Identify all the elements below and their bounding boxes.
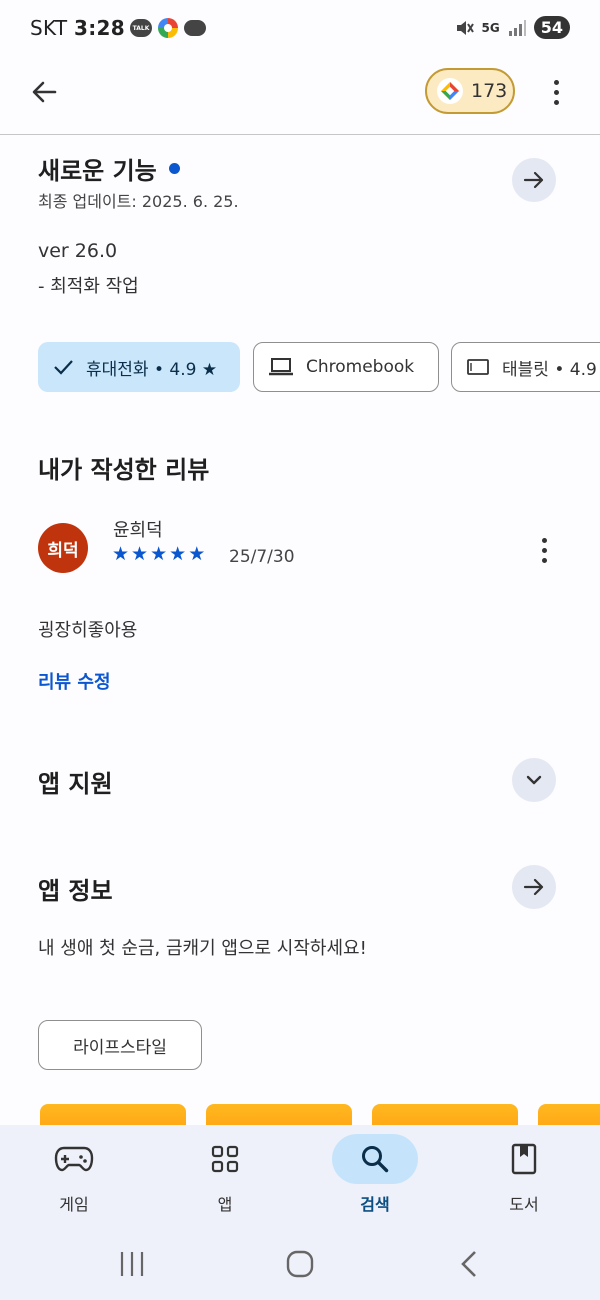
arrow-back-icon xyxy=(32,81,57,103)
whats-new-arrow-button[interactable] xyxy=(512,158,556,202)
laptop-icon xyxy=(269,358,293,376)
app-info-title: 앱 정보 xyxy=(38,877,113,905)
clock: 3:28 xyxy=(74,16,125,40)
nav-books-label: 도서 xyxy=(509,1195,539,1214)
apps-grid-icon xyxy=(211,1145,239,1173)
app-description: 내 생애 첫 순금, 금캐기 앱으로 시작하세요! xyxy=(38,938,367,959)
kakaotalk-icon: TALK xyxy=(130,19,152,37)
signal-icon xyxy=(508,19,526,36)
battery-icon: 54 xyxy=(533,16,570,39)
app-support-expand-button[interactable] xyxy=(512,758,556,802)
network-type: 5G xyxy=(481,20,500,35)
nav-games[interactable]: 게임 xyxy=(14,1125,134,1215)
nav-search-label: 검색 xyxy=(360,1195,390,1214)
category-chip[interactable]: 라이프스타일 xyxy=(38,1020,202,1070)
nav-apps-label: 앱 xyxy=(217,1195,233,1214)
nav-search[interactable]: 검색 xyxy=(315,1125,435,1215)
review-body: 굉장히좋아용 xyxy=(38,620,138,641)
edit-review-link[interactable]: 리뷰 수정 xyxy=(38,668,111,694)
system-navigation-bar xyxy=(0,1240,600,1300)
star-icon: ★ xyxy=(188,543,206,565)
device-chip-phone-label: 휴대전화 • 4.9 ★ xyxy=(86,359,218,380)
play-points-icon xyxy=(437,78,463,104)
tablet-icon xyxy=(467,359,489,375)
star-icon: ★ xyxy=(131,543,149,565)
device-chip-tablet-label: 태블릿 • 4.9 xyxy=(502,359,597,380)
carrier-label: SKT xyxy=(30,16,68,40)
map-pin-icon xyxy=(158,18,178,38)
nav-games-label: 게임 xyxy=(59,1195,89,1214)
nav-apps[interactable]: 앱 xyxy=(165,1125,285,1215)
device-chip-phone[interactable]: 휴대전화 • 4.9 ★ xyxy=(38,342,240,392)
back-button[interactable] xyxy=(24,72,64,112)
review-date: 25/7/30 xyxy=(229,547,295,567)
whats-new-header: 새로운 기능 xyxy=(38,151,180,186)
mute-icon xyxy=(456,20,474,35)
app-info-arrow-button[interactable] xyxy=(512,865,556,909)
nav-books[interactable]: 도서 xyxy=(464,1125,584,1215)
star-rating: ★ ★ ★ ★ ★ xyxy=(112,543,205,565)
version-text: ver 26.0 xyxy=(38,240,118,262)
changelog-text: - 최적화 작업 xyxy=(38,276,139,297)
search-icon xyxy=(362,1146,389,1173)
whats-new-title: 새로운 기능 xyxy=(38,157,157,185)
system-back-icon[interactable] xyxy=(458,1250,480,1278)
app-support-title: 앱 지원 xyxy=(38,770,113,798)
header-divider xyxy=(0,134,600,135)
gamepad-icon xyxy=(54,1146,94,1172)
avatar: 희덕 xyxy=(38,523,88,573)
home-icon[interactable] xyxy=(286,1250,314,1278)
reviewer-name: 윤희덕 xyxy=(113,520,163,541)
arrow-forward-icon xyxy=(523,878,544,896)
arrow-forward-icon xyxy=(523,171,544,189)
my-review-title: 내가 작성한 리뷰 xyxy=(38,456,210,484)
device-chip-chromebook[interactable]: Chromebook xyxy=(253,342,439,392)
more-options-button[interactable] xyxy=(540,72,572,112)
recent-apps-icon[interactable] xyxy=(118,1251,146,1277)
star-icon: ★ xyxy=(112,543,130,565)
new-indicator-dot xyxy=(168,163,180,174)
play-points-chip[interactable]: 173 xyxy=(425,68,515,114)
points-value: 173 xyxy=(471,80,508,102)
star-icon: ★ xyxy=(169,543,187,565)
chat-bubble-icon xyxy=(184,20,206,36)
star-icon: ★ xyxy=(150,543,168,565)
chevron-down-icon xyxy=(526,775,542,785)
device-chip-chromebook-label: Chromebook xyxy=(306,357,415,377)
last-updated: 최종 업데이트: 2025. 6. 25. xyxy=(38,192,239,211)
device-chip-tablet[interactable]: 태블릿 • 4.9 xyxy=(451,342,600,392)
book-icon xyxy=(511,1143,537,1175)
review-more-options-button[interactable] xyxy=(528,530,560,570)
check-icon xyxy=(54,360,73,375)
status-bar: SKT 3:28 TALK 5G 54 xyxy=(0,0,600,58)
